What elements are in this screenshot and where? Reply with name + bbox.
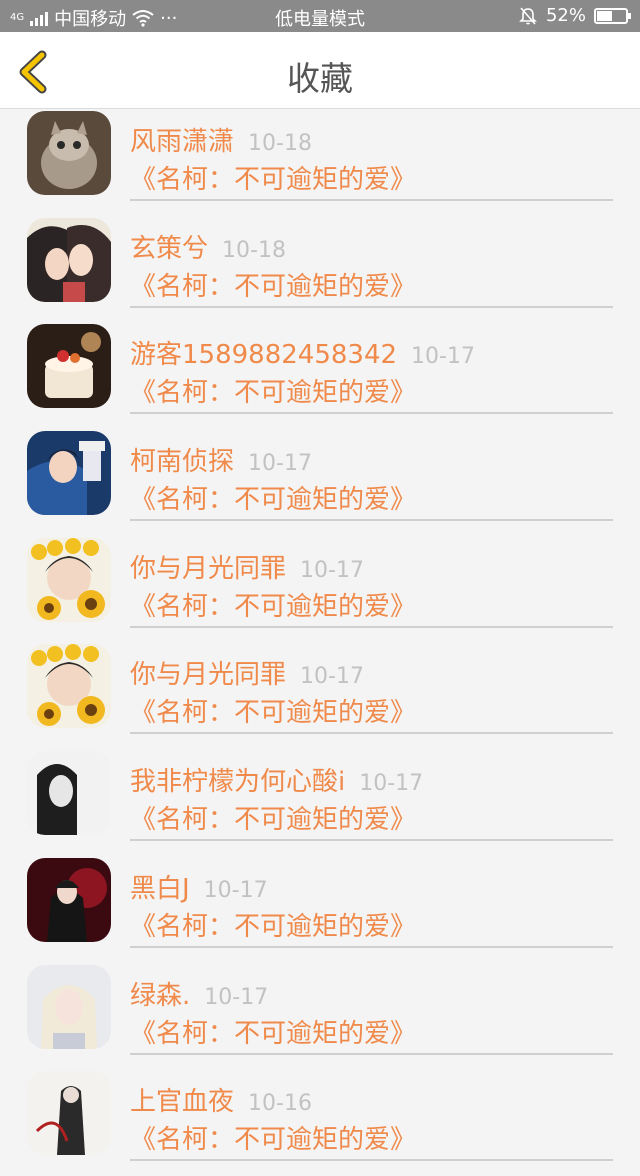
divider — [130, 199, 613, 201]
item-header: 你与月光同罪 10-17 — [130, 548, 364, 585]
item-header: 风雨潇潇 10-18 — [130, 121, 312, 158]
favorite-item[interactable]: 柯南侦探 10-17 《名柯：不可逾矩的爱》 — [0, 429, 640, 536]
work-title[interactable]: 《名柯：不可逾矩的爱》 — [130, 266, 416, 303]
work-title[interactable]: 《名柯：不可逾矩的爱》 — [130, 1013, 416, 1050]
avatar-image — [27, 644, 111, 729]
item-header: 游客1589882458342 10-17 — [130, 334, 475, 371]
favorite-item[interactable]: 我非柠檬为何心酸i 10-17 《名柯：不可逾矩的爱》 — [0, 749, 640, 856]
item-header: 你与月光同罪 10-17 — [130, 654, 364, 691]
favorite-item[interactable]: 上官血夜 10-16 《名柯：不可逾矩的爱》 — [0, 1069, 640, 1176]
favorite-date: 10-17 — [411, 344, 475, 370]
favorite-item[interactable]: 游客1589882458342 10-17 《名柯：不可逾矩的爱》 — [0, 322, 640, 429]
user-name[interactable]: 上官血夜 — [130, 1087, 234, 1117]
item-header: 柯南侦探 10-17 — [130, 441, 312, 478]
favorite-date: 10-16 — [248, 1091, 312, 1117]
status-right: 52% — [518, 5, 631, 26]
item-header: 绿森. 10-17 — [130, 975, 268, 1012]
work-title[interactable]: 《名柯：不可逾矩的爱》 — [130, 479, 416, 516]
status-bar: 4G 中国移动 ··· 低电量模式 52% — [0, 0, 640, 32]
work-title[interactable]: 《名柯：不可逾矩的爱》 — [130, 799, 416, 836]
favorite-date: 10-17 — [248, 451, 312, 477]
divider — [130, 839, 613, 842]
avatar-image — [27, 751, 111, 836]
user-name[interactable]: 你与月光同罪 — [130, 660, 286, 690]
work-title[interactable]: 《名柯：不可逾矩的爱》 — [130, 692, 416, 729]
bell-off-icon — [519, 6, 537, 25]
user-name[interactable]: 游客1589882458342 — [130, 340, 397, 370]
avatar-image — [27, 324, 111, 409]
avatar[interactable] — [27, 217, 111, 302]
divider — [130, 1159, 613, 1162]
user-name[interactable]: 风雨潇潇 — [130, 127, 234, 157]
favorite-date: 10-17 — [203, 877, 268, 903]
avatar-image — [27, 111, 111, 195]
avatar[interactable] — [27, 644, 111, 729]
avatar[interactable] — [27, 857, 111, 942]
work-title[interactable]: 《名柯：不可逾矩的爱》 — [130, 586, 416, 623]
avatar[interactable] — [27, 751, 111, 836]
favorite-date: 10-18 — [222, 237, 286, 263]
user-name[interactable]: 玄策兮 — [130, 234, 208, 264]
user-name[interactable]: 黑白J — [130, 874, 190, 904]
divider — [130, 1052, 613, 1055]
favorites-list: 风雨潇潇 10-18 《名柯：不可逾矩的爱》 玄策兮 10-18 《名柯：不可逾矩的爱》游… — [0, 109, 640, 1176]
item-header: 玄策兮 10-18 — [130, 228, 286, 265]
user-name[interactable]: 我非柠檬为何心酸i — [130, 767, 345, 797]
favorite-date: 10-17 — [300, 557, 364, 583]
avatar-image — [27, 217, 111, 302]
battery-percent: 52% — [545, 5, 586, 26]
divider — [130, 519, 613, 522]
item-header: 我非柠檬为何心酸i 10-17 — [130, 761, 423, 798]
favorite-date: 10-18 — [248, 131, 312, 156]
favorite-item[interactable]: 黑白J 10-17 《名柯：不可逾矩的爱》 — [0, 856, 640, 963]
avatar[interactable] — [27, 324, 111, 409]
favorite-date: 10-17 — [359, 771, 424, 797]
user-name[interactable]: 绿森. — [130, 981, 190, 1011]
work-title[interactable]: 《名柯：不可逾矩的爱》 — [130, 906, 416, 943]
avatar[interactable] — [27, 537, 111, 622]
item-header: 上官血夜 10-16 — [130, 1081, 312, 1118]
battery-icon — [594, 7, 631, 24]
favorite-item[interactable]: 风雨潇潇 10-18 《名柯：不可逾矩的爱》 — [0, 109, 640, 216]
user-name[interactable]: 柯南侦探 — [130, 447, 234, 477]
avatar-image — [27, 857, 111, 942]
favorite-date: 10-17 — [300, 664, 364, 690]
user-name[interactable]: 你与月光同罪 — [130, 554, 286, 584]
divider — [130, 412, 613, 415]
divider — [130, 625, 613, 628]
divider — [130, 732, 613, 735]
divider — [130, 305, 613, 308]
favorite-item[interactable]: 玄策兮 10-18 《名柯：不可逾矩的爱》 — [0, 216, 640, 323]
work-title[interactable]: 《名柯：不可逾矩的爱》 — [130, 159, 416, 196]
item-header: 黑白J 10-17 — [130, 868, 268, 905]
page-title: 收藏 — [287, 59, 353, 98]
work-title[interactable]: 《名柯：不可逾矩的爱》 — [130, 372, 416, 409]
avatar-image — [27, 964, 111, 1049]
avatar-image — [27, 537, 111, 622]
nav-bar: 收藏 — [0, 32, 640, 109]
avatar[interactable] — [27, 111, 111, 195]
battery-fill — [597, 10, 612, 21]
favorite-item[interactable]: 你与月光同罪 10-17 《名柯：不可逾矩的爱》 — [0, 642, 640, 749]
avatar[interactable] — [27, 1071, 111, 1156]
favorite-item[interactable]: 绿森. 10-17 《名柯：不可逾矩的爱》 — [0, 963, 640, 1070]
favorite-item[interactable]: 你与月光同罪 10-17 《名柯：不可逾矩的爱》 — [0, 536, 640, 643]
divider — [130, 945, 613, 948]
favorite-date: 10-17 — [204, 984, 269, 1010]
avatar[interactable] — [27, 964, 111, 1049]
avatar[interactable] — [27, 431, 111, 516]
avatar-image — [27, 1071, 111, 1156]
avatar-image — [27, 431, 111, 516]
